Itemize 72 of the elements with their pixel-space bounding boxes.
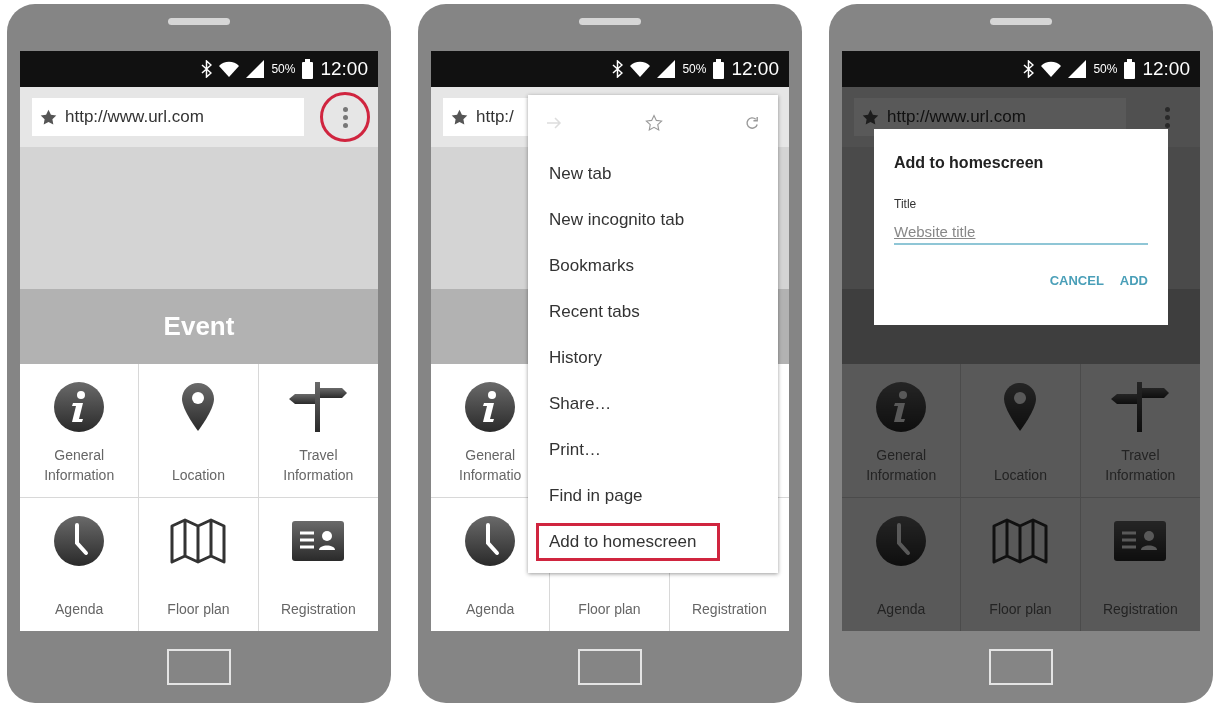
dialog-title: Add to homescreen (894, 153, 1045, 173)
signal-icon (657, 60, 676, 78)
url-text: http:/ (476, 106, 514, 129)
speaker-slot (990, 18, 1052, 25)
star-icon (862, 108, 879, 126)
tile-label: General Information (44, 445, 115, 485)
tile-label: Agenda (55, 600, 104, 619)
tile-label: Floor plan (578, 600, 641, 619)
id-card-icon (292, 520, 345, 561)
grid-tile[interactable]: Agenda (20, 497, 140, 631)
more-menu-button[interactable] (320, 92, 370, 142)
grid-tile[interactable]: Floor plan (139, 497, 259, 631)
menu-item[interactable]: New incognito tab (536, 201, 698, 239)
wifi-icon (219, 61, 240, 77)
battery-icon (302, 59, 314, 79)
menu-item[interactable]: Recent tabs (536, 293, 653, 331)
bluetooth-icon (201, 60, 213, 78)
signpost-icon (288, 382, 349, 432)
info-icon (875, 381, 928, 433)
url-text: http://www.url.com (887, 106, 1026, 129)
tile-label: Agenda (466, 600, 515, 619)
home-button[interactable] (167, 649, 231, 685)
wifi-icon (630, 61, 651, 77)
signpost-icon (1110, 382, 1171, 432)
map-pin-icon (1003, 382, 1038, 432)
star-outline-icon[interactable] (644, 114, 663, 132)
field-label: Title (894, 196, 918, 213)
speaker-slot (168, 18, 230, 25)
menu-item[interactable]: New tab (536, 155, 625, 193)
signal-icon (1068, 60, 1087, 78)
map-icon (170, 517, 227, 564)
url-field[interactable]: http://www.url.com (32, 98, 304, 136)
home-button[interactable] (989, 649, 1053, 685)
wifi-icon (1041, 61, 1062, 77)
clock-icon (464, 514, 517, 567)
grid-tile[interactable]: General Information (20, 364, 140, 498)
id-card-icon (1114, 520, 1167, 561)
tile-label: Travel Information (283, 445, 354, 485)
tile-label: Location (172, 465, 225, 485)
bluetooth-icon (612, 60, 624, 78)
clock-time: 12:00 (320, 56, 368, 81)
clock-icon (53, 514, 106, 567)
battery-percent: 50% (1093, 61, 1118, 78)
grid-tile[interactable]: Travel Information (258, 364, 378, 498)
map-pin-icon (181, 382, 216, 432)
map-icon (992, 517, 1049, 564)
grid-tile[interactable]: Location (139, 364, 259, 498)
battery-icon (713, 59, 725, 79)
signal-icon (246, 60, 265, 78)
url-text: http://www.url.com (65, 106, 204, 129)
info-icon (53, 381, 106, 433)
tile-label: Floor plan (167, 600, 230, 619)
speaker-slot (579, 18, 641, 25)
battery-percent: 50% (682, 61, 707, 78)
clock-icon (875, 514, 928, 567)
refresh-icon[interactable] (745, 115, 760, 131)
tile-label: General Informatio (459, 445, 522, 485)
event-title: Event (163, 310, 235, 343)
menu-item[interactable]: Bookmarks (536, 247, 648, 285)
battery-icon (1124, 59, 1136, 79)
star-icon (40, 108, 57, 126)
title-input-field[interactable]: Website title (894, 219, 1148, 245)
home-button[interactable] (578, 649, 642, 685)
clock-time: 12:00 (731, 56, 779, 81)
bluetooth-icon (1023, 60, 1035, 78)
menu-item[interactable]: Add to homescreen (536, 523, 720, 561)
grid-tile[interactable]: Registration (258, 497, 378, 631)
tile-label: Registration (280, 600, 356, 619)
battery-percent: 50% (271, 61, 296, 78)
info-icon (464, 381, 517, 433)
clock-time: 12:00 (1142, 56, 1190, 81)
star-icon (451, 108, 468, 126)
